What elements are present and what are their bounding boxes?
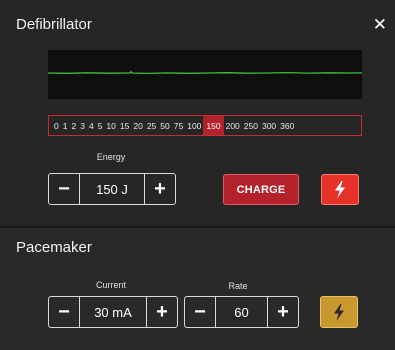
energy-level-15[interactable]: 15 <box>118 116 131 135</box>
pacemaker-section: Pacemaker Current Rate <box>0 226 395 350</box>
energy-level-20[interactable]: 20 <box>131 116 144 135</box>
energy-level-0[interactable]: 0 <box>52 116 61 135</box>
shock-button[interactable] <box>321 174 359 205</box>
rate-increment-button[interactable]: + <box>268 297 298 327</box>
current-decrement-button[interactable]: − <box>49 297 79 327</box>
energy-level-200[interactable]: 200 <box>224 116 242 135</box>
energy-label: Energy <box>96 152 126 162</box>
energy-value: 150 J <box>79 174 145 204</box>
current-stepper: − 30 mA + <box>48 296 178 328</box>
energy-decrement-button[interactable]: − <box>49 174 79 204</box>
energy-level-25[interactable]: 25 <box>145 116 158 135</box>
charge-button[interactable]: CHARGE <box>223 174 299 205</box>
lightning-bolt-icon <box>335 181 345 198</box>
energy-level-150[interactable]: 150 <box>203 116 224 135</box>
energy-level-4[interactable]: 4 <box>87 116 96 135</box>
energy-stepper: − 150 J + <box>48 173 176 205</box>
energy-level-300[interactable]: 300 <box>260 116 278 135</box>
defib-pacer-panel: Defibrillator ✕ 0 1 2 3 4 5 10 15 20 25 50 75 100 150… <box>0 0 395 350</box>
current-label: Current <box>95 280 126 290</box>
current-value: 30 mA <box>79 297 147 327</box>
energy-increment-button[interactable]: + <box>145 174 175 204</box>
defibrillator-section: Defibrillator ✕ 0 1 2 3 4 5 10 15 20 25 50 75 100 150… <box>0 0 395 226</box>
energy-scale: 0 1 2 3 4 5 10 15 20 25 50 75 100 150 200 250 300 360 <box>48 115 362 136</box>
rate-decrement-button[interactable]: − <box>185 297 215 327</box>
energy-level-360[interactable]: 360 <box>278 116 296 135</box>
ecg-monitor <box>48 50 362 99</box>
rate-label: Rate <box>228 281 248 291</box>
energy-level-1[interactable]: 1 <box>61 116 70 135</box>
defibrillator-title: Defibrillator <box>16 16 92 33</box>
energy-level-75[interactable]: 75 <box>172 116 185 135</box>
current-increment-button[interactable]: + <box>147 297 177 327</box>
energy-level-3[interactable]: 3 <box>78 116 87 135</box>
pace-button[interactable] <box>320 296 358 328</box>
pacemaker-title: Pacemaker <box>16 239 92 256</box>
rate-value: 60 <box>215 297 268 327</box>
close-icon[interactable]: ✕ <box>373 16 387 33</box>
energy-level-5[interactable]: 5 <box>96 116 105 135</box>
energy-level-10[interactable]: 10 <box>104 116 117 135</box>
ecg-trace <box>48 70 362 75</box>
energy-level-100[interactable]: 100 <box>185 116 203 135</box>
energy-level-250[interactable]: 250 <box>242 116 260 135</box>
lightning-bolt-icon <box>334 303 344 321</box>
rate-stepper: − 60 + <box>184 296 299 328</box>
energy-level-50[interactable]: 50 <box>158 116 171 135</box>
energy-level-2[interactable]: 2 <box>69 116 78 135</box>
